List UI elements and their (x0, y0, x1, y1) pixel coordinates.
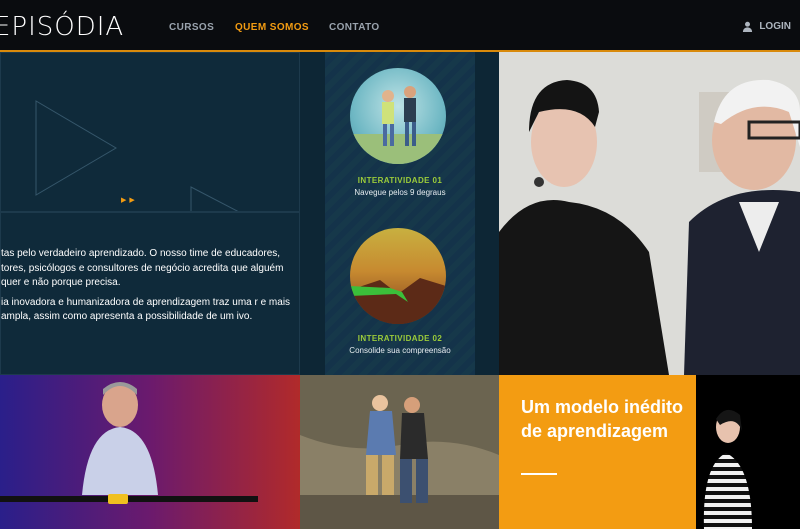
woman-portrait (696, 375, 800, 529)
nav-item-cursos[interactable]: CURSOS (169, 22, 214, 33)
promo-heading: Um modelo inédito de aprendizagem (521, 397, 683, 441)
speaker-photo (82, 382, 158, 495)
interactivity-01-title: INTERATIVIDADE 01 (357, 176, 443, 185)
promo-divider (521, 473, 557, 475)
confrontation-illustration[interactable] (300, 375, 499, 529)
logo-text: EPISÓDIA (0, 12, 125, 42)
woman-and-man-photo (499, 52, 800, 375)
interactivity-02-subtitle: Consolide sua compreensão (349, 346, 451, 355)
play-outline-icon (35, 100, 239, 211)
intro-video-panel[interactable]: ▶▶ (0, 52, 300, 212)
speaker-video-panel[interactable] (0, 375, 300, 529)
nav-item-quem-somos[interactable]: QUEM SOMOS (235, 22, 309, 33)
logo[interactable]: EPISÓDIA (0, 12, 124, 42)
woman-striped-shirt-photo (703, 409, 752, 529)
interactivity-panel: INTERATIVIDADE 01 Navegue pelos 9 degrau… (300, 52, 499, 375)
top-navbar: EPISÓDIA CURSOS QUEM SOMOS CONTATO LOGIN (0, 0, 800, 52)
nav-item-contato[interactable]: CONTATO (329, 22, 380, 33)
login-label: LOGIN (759, 21, 791, 32)
interactivity-01-thumbnail[interactable] (350, 68, 446, 164)
login-button[interactable]: LOGIN (742, 21, 791, 32)
cliff-landscape-illustration (350, 278, 446, 324)
about-paragraph-2: ia inovadora e humanizadora de aprendiza… (1, 296, 291, 323)
fighting-men-illustration (300, 375, 499, 529)
fast-forward-icon[interactable]: ▶▶ (121, 196, 138, 204)
about-text-panel: tas pelo verdadeiro aprendizado. O nosso… (0, 212, 300, 375)
team-photo (499, 52, 800, 375)
interactivity-02-thumbnail[interactable] (350, 228, 446, 324)
about-paragraph-1: tas pelo verdadeiro aprendizado. O nosso… (1, 248, 284, 288)
video-progress-thumb[interactable] (108, 494, 128, 504)
interactivity-02-title: INTERATIVIDADE 02 (357, 334, 443, 343)
about-text: tas pelo verdadeiro aprendizado. O nosso… (1, 247, 291, 330)
promo-block[interactable]: Um modelo inédito de aprendizagem (499, 375, 696, 529)
video-progress-bar[interactable] (0, 494, 258, 504)
user-icon (743, 21, 753, 32)
walking-men-illustration (350, 86, 446, 164)
interactivity-01-subtitle: Navegue pelos 9 degraus (354, 188, 446, 197)
